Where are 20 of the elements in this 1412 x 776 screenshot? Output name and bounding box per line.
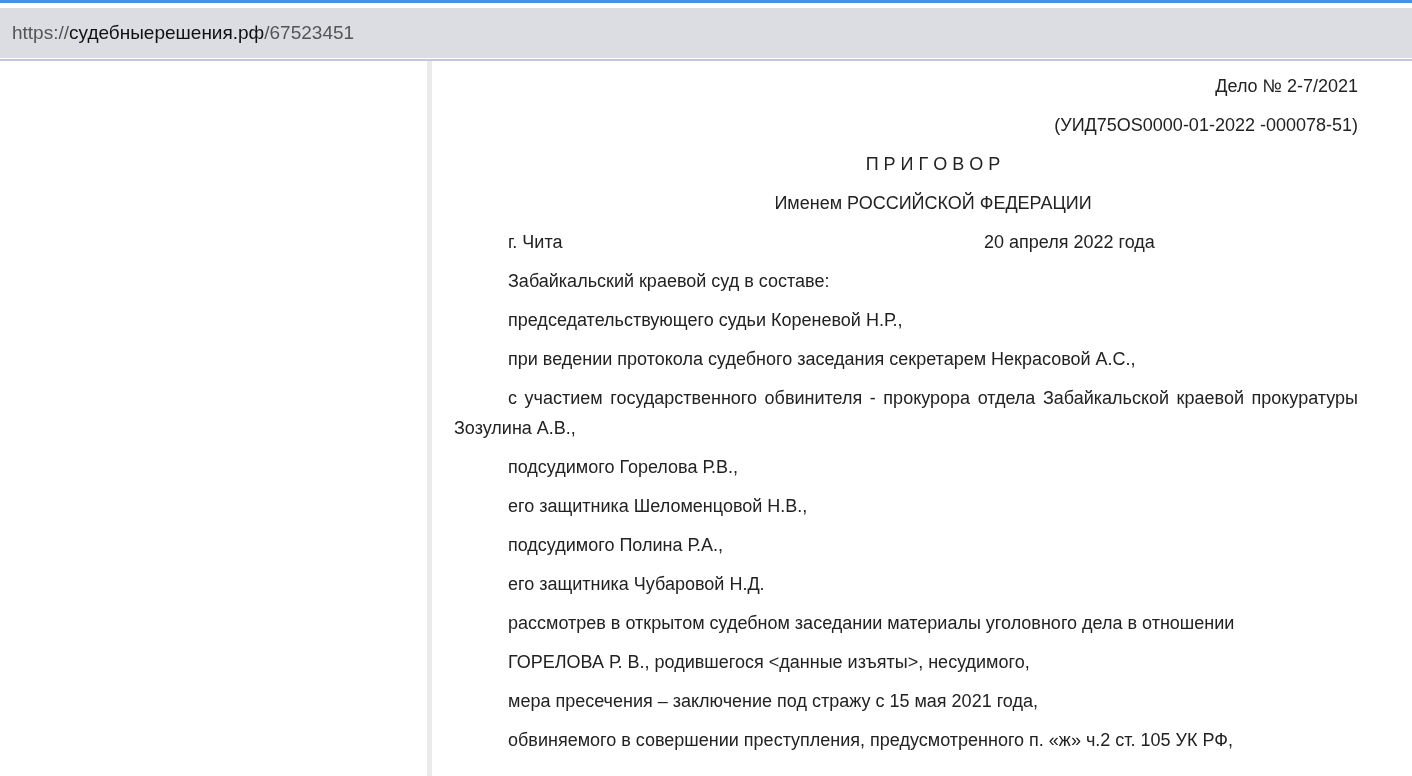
- paragraph-text: мера пресечения – заключение под стражу с 15 мая 2021 года,: [507, 690, 1039, 713]
- paragraph-text: рассмотрев в открытом судебном заседании материалы уголовного дела в отношении: [507, 612, 1236, 635]
- paragraph-text: его защитника Чубаровой Н.Д.: [507, 573, 766, 596]
- place-text: г. Чита: [508, 231, 564, 254]
- paragraph-text: подсудимого Полина Р.А.,: [507, 534, 725, 557]
- paragraph-text: председательствующего судьи Кореневой Н.Р.,: [507, 309, 904, 332]
- paragraph-text: его защитника Шеломенцовой Н.В.,: [507, 495, 809, 518]
- paragraph-text: обвиняемого в совершении преступления, предусмотренного п. «ж» ч.2 ст. 105 УК РФ,: [507, 729, 1234, 752]
- date-text: 20 апреля 2022 года: [984, 231, 1155, 254]
- paragraph-text: при ведении протокола судебного заседания секретарем Некрасовой А.С.,: [507, 348, 1137, 371]
- paragraph-text: с участием государственного обвинителя - прокурора отдела Забайкальской краевой прокуратуры Зозулина А.В.,: [454, 387, 1358, 440]
- url-text: https://судебныерешения.рф/67523451: [12, 22, 355, 44]
- heading-text: П Р И Г О В О Р: [864, 153, 1002, 176]
- heading-text: Именем РОССИЙСКОЙ ФЕДЕРАЦИИ: [773, 191, 1093, 215]
- address-bar[interactable]: https://судебныерешения.рф/67523451: [0, 8, 1412, 59]
- paragraph-text: (УИД75OS0000-01-2022 -000078-51): [1053, 114, 1358, 137]
- paragraph-text: Забайкальский краевой суд в составе:: [507, 270, 831, 293]
- paragraph-text: подсудимого Горелова Р.В.,: [507, 456, 740, 479]
- paragraph-text: Дело № 2-7/2021: [1214, 75, 1358, 98]
- paragraph-text: ГОРЕЛОВА Р. В., родившегося <данные изъяты>, несудимого,: [507, 651, 1031, 674]
